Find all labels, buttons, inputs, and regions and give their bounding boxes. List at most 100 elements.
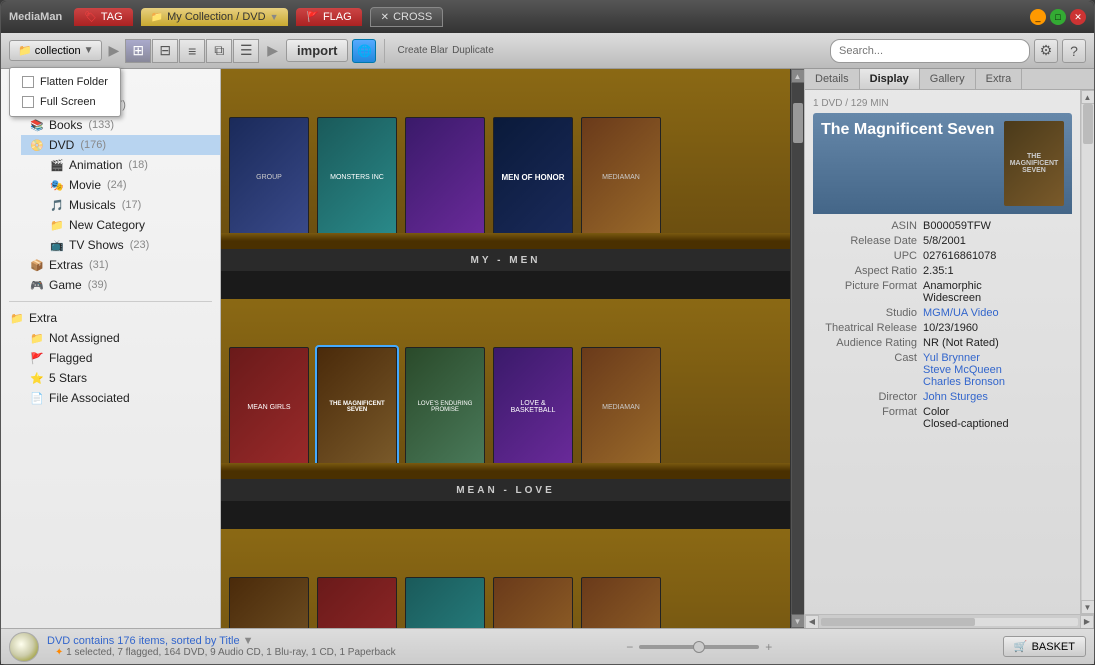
window-controls: _ □ ✕ [1030,9,1086,25]
import-button[interactable]: import [286,39,348,62]
cover-magnificent-seven[interactable]: THE MAGNIFICENT SEVEN [317,347,397,467]
detail-scroll-content: 1 DVD / 129 MIN The Magnificent Seven TH… [805,90,1080,614]
sidebar-5-stars[interactable]: ⭐ 5 Stars [21,368,220,388]
collection-dropdown-button[interactable]: 📁 collection ▼ [9,40,102,61]
scroll-down-button[interactable]: ▼ [791,614,805,628]
sidebar-flagged[interactable]: 🚩 Flagged [21,348,220,368]
sidebar-musicals[interactable]: 🎵 Musicals (17) [41,195,220,215]
movie-icon: 🎭 [49,177,65,193]
tab-collection[interactable]: 📁 My Collection / DVD ▼ [141,8,289,26]
shelves-scroll[interactable]: GROUP MONSTERS INC MEN OF HONOR [221,69,790,628]
sidebar-game[interactable]: 🎮 Game (39) [21,275,220,295]
sidebar-animation[interactable]: 🎬 Animation (18) [41,155,220,175]
detail-hscroll[interactable]: ◀ ▶ [805,614,1094,628]
cover-mediaman-2[interactable]: MEDIAMAN [581,347,661,467]
detail-scroll-left[interactable]: ◀ [805,615,819,629]
sidebar-movie[interactable]: 🎭 Movie (24) [41,175,220,195]
cover-love-comes-softly[interactable]: LOVE COMES SOFTLY [229,577,309,628]
detail-hscroll-thumb[interactable] [821,618,975,626]
detail-scroll-right[interactable]: ▶ [1080,615,1094,629]
detail-movie-header: The Magnificent Seven THE MAGNIFICENT SE… [813,113,1072,214]
settings-button[interactable]: ⚙ [1034,39,1058,63]
director-value[interactable]: John Sturges [923,391,1072,403]
detail-row-audience: Audience Rating NR (Not Rated) [813,337,1072,349]
maximize-button[interactable]: □ [1050,9,1066,25]
studio-value[interactable]: MGM/UA Video [923,307,1072,319]
shelf-love-lion: LOVE COMES SOFTLY LOVE ACTUALLY THE LITT… [221,529,790,628]
cover-mediaman-1[interactable]: MEDIAMAN [581,117,661,237]
sort-link[interactable]: Title [219,635,239,647]
sidebar-extra-heading[interactable]: 📁 Extra [1,308,220,328]
sidebar-extras[interactable]: 📦 Extras (31) [21,255,220,275]
detail-scroll-track[interactable] [1082,104,1094,600]
detail-fields: ASIN B000059TFW Release Date 5/8/2001 UP… [813,220,1072,430]
minimize-button[interactable]: _ [1030,9,1046,25]
search-input[interactable] [830,39,1030,63]
sidebar-file-associated[interactable]: 📄 File Associated [21,388,220,408]
shelf-label-mean-love: MEAN - LOVE [221,479,790,501]
tab-cross[interactable]: ✕ CROSS [370,7,444,27]
scroll-up-button[interactable]: ▲ [791,69,805,83]
sidebar-dvd[interactable]: 📀 DVD (176) [21,135,220,155]
cover-little-mermaid[interactable]: THE LITTLE MERMAID [405,577,485,628]
sidebar-books[interactable]: 📚 Books (133) [21,115,220,135]
cover-love-basketball[interactable]: LOVE & BASKETBALL [493,347,573,467]
tab-gallery[interactable]: Gallery [920,69,976,89]
help-button[interactable]: ? [1062,39,1086,63]
view-grid-large-button[interactable]: ⊞ [125,39,151,63]
sidebar-tv-shows[interactable]: 📺 TV Shows (23) [41,235,220,255]
view-grid-medium-button[interactable]: ⊟ [152,39,178,63]
cover-mediaman-3[interactable]: MEDIAMAN [581,577,661,628]
detail-scroll-up[interactable]: ▲ [1081,90,1095,104]
tab-extra[interactable]: Extra [976,69,1023,89]
tab-details[interactable]: Details [805,69,860,89]
sidebar-not-assigned[interactable]: 📁 Not Assigned [21,328,220,348]
cast-charles[interactable]: Charles Bronson [923,376,1072,388]
detail-row-cast: Cast Yul Brynner Steve McQueen Charles B… [813,352,1072,388]
collection-icon: 📁 [151,12,163,23]
book-icon: 📚 [29,117,45,133]
tab-display[interactable]: Display [860,69,920,89]
extras-icon: 📦 [29,257,45,273]
detail-title: The Magnificent Seven [821,121,996,139]
full-screen-item[interactable]: Full Screen [10,92,120,112]
zoom-in-icon: + [765,640,772,654]
basket-button[interactable]: 🛒 BASKET [1003,636,1086,657]
detail-hscroll-track[interactable] [821,618,1078,626]
cover-men-of-honor[interactable]: MEN OF HONOR [493,117,573,237]
detail-scroll-thumb[interactable] [1083,104,1093,144]
view-stack-button[interactable]: ⧉ [206,39,232,63]
view-details-button[interactable]: ☰ [233,39,259,63]
flatten-checkbox[interactable] [22,76,34,88]
scroll-track[interactable] [792,83,804,614]
cast-steve[interactable]: Steve McQueen [923,364,1072,376]
flatten-folder-item[interactable]: Flatten Folder [10,72,120,92]
audience-value: NR (Not Rated) [923,337,1072,349]
detail-scrollbar[interactable]: ▲ ▼ [1080,90,1094,614]
cover-mean-girls[interactable]: MEAN GIRLS [229,347,309,467]
sidebar-new-category[interactable]: 📁 New Category [41,215,220,235]
toolbar-right: Create Blar Duplicate [397,45,493,56]
view-list-button[interactable]: ≡ [179,39,205,63]
cover-girl[interactable] [405,117,485,237]
cover-loves-promise[interactable]: LOVE'S ENDURING PROMISE [405,347,485,467]
cover-lion-king[interactable]: THE LION KING [493,577,573,628]
globe-button[interactable]: 🌐 [352,39,376,63]
detail-scroll-down[interactable]: ▼ [1081,600,1095,614]
disc-icon [9,632,39,662]
toolbar-arrow-right-2: ▶ [267,42,278,59]
search-area: ⚙ ? [830,39,1086,63]
tab-flag[interactable]: 🚩 FLAG [296,8,361,26]
detail-row-release-date: Release Date 5/8/2001 [813,235,1072,247]
tab-tag[interactable]: 🏷 TAG [74,8,133,26]
scroll-thumb[interactable] [793,103,803,143]
fullscreen-checkbox[interactable] [22,96,34,108]
close-button[interactable]: ✕ [1070,9,1086,25]
cover-group[interactable]: GROUP [229,117,309,237]
shelves-scrollbar[interactable]: ▲ ▼ [790,69,804,628]
cover-love-actually[interactable]: LOVE ACTUALLY [317,577,397,628]
zoom-slider[interactable] [639,645,759,649]
cover-monsters[interactable]: MONSTERS INC [317,117,397,237]
detail-row-picture-format: Picture Format AnamorphicWidescreen [813,280,1072,304]
cast-yul[interactable]: Yul Brynner [923,352,1072,364]
